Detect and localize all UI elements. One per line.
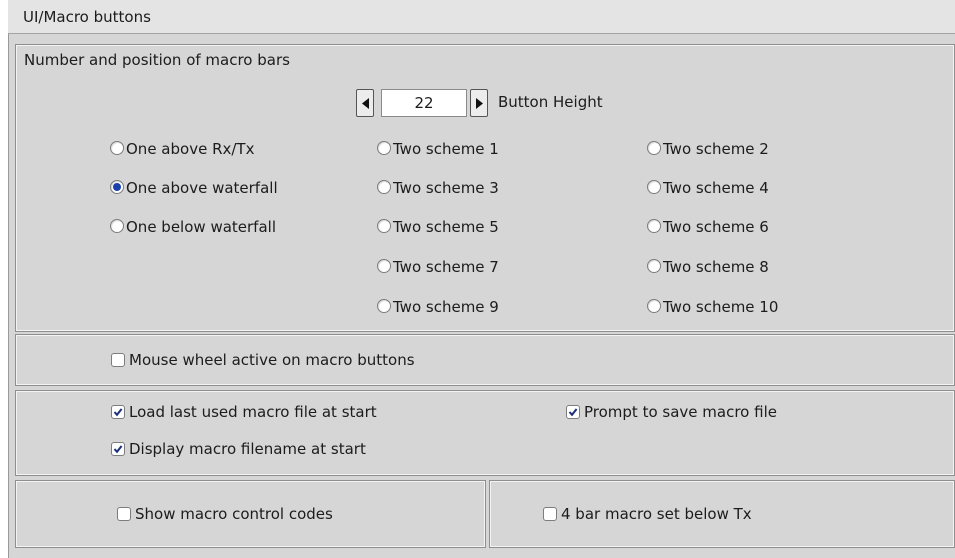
radio-label: Two scheme 6 — [663, 218, 769, 236]
checkbox-label: Mouse wheel active on macro buttons — [129, 351, 415, 369]
checkbox-label: Load last used macro file at start — [129, 403, 377, 421]
radio-circle[interactable] — [647, 219, 661, 233]
radio-circle[interactable] — [647, 141, 661, 155]
radio-circle[interactable] — [647, 299, 661, 313]
check-icon — [113, 408, 123, 417]
radio-circle[interactable] — [647, 180, 661, 194]
increase-height-button[interactable] — [470, 89, 488, 117]
checkbox-box[interactable] — [117, 507, 131, 521]
radio-label: Two scheme 1 — [393, 140, 499, 158]
radio-label: One above waterfall — [126, 179, 278, 197]
radio-circle[interactable] — [647, 259, 661, 273]
radio-label: Two scheme 10 — [663, 298, 779, 316]
checkbox-box-checked[interactable] — [566, 405, 580, 419]
radio-circle[interactable] — [377, 299, 391, 313]
radio-circle[interactable] — [110, 219, 124, 233]
radio-circle[interactable] — [377, 219, 391, 233]
radio-label: Two scheme 7 — [393, 258, 499, 276]
decrease-height-button[interactable] — [356, 89, 374, 117]
check-icon — [568, 408, 578, 417]
radio-circle[interactable] — [377, 180, 391, 194]
radio-circle-selected[interactable] — [110, 180, 124, 194]
radio-label: Two scheme 4 — [663, 179, 769, 197]
check-icon — [113, 445, 123, 454]
checkbox-label: Show macro control codes — [135, 505, 333, 523]
button-height-input[interactable]: 22 — [381, 89, 467, 117]
radio-label: Two scheme 2 — [663, 140, 769, 158]
arrow-left-icon — [362, 98, 369, 109]
checkbox-label: Display macro filename at start — [129, 440, 366, 458]
button-height-label: Button Height — [498, 93, 603, 111]
checkbox-box-checked[interactable] — [111, 442, 125, 456]
checkbox-label: Prompt to save macro file — [584, 403, 777, 421]
radio-label: Two scheme 5 — [393, 218, 499, 236]
panel-header: UI/Macro buttons — [8, 0, 955, 34]
radio-circle[interactable] — [110, 141, 124, 155]
radio-label: One below waterfall — [126, 218, 276, 236]
radio-label: Two scheme 9 — [393, 298, 499, 316]
arrow-right-icon — [476, 98, 483, 109]
radio-circle[interactable] — [377, 141, 391, 155]
radio-label: Two scheme 8 — [663, 258, 769, 276]
radio-label: One above Rx/Tx — [126, 140, 255, 158]
panel-title: UI/Macro buttons — [23, 8, 151, 26]
radio-circle[interactable] — [377, 259, 391, 273]
macro-bars-group-title: Number and position of macro bars — [24, 51, 290, 69]
checkbox-box[interactable] — [111, 353, 125, 367]
checkbox-box-checked[interactable] — [111, 405, 125, 419]
checkbox-label: 4 bar macro set below Tx — [561, 505, 752, 523]
checkbox-box[interactable] — [543, 507, 557, 521]
radio-label: Two scheme 3 — [393, 179, 499, 197]
